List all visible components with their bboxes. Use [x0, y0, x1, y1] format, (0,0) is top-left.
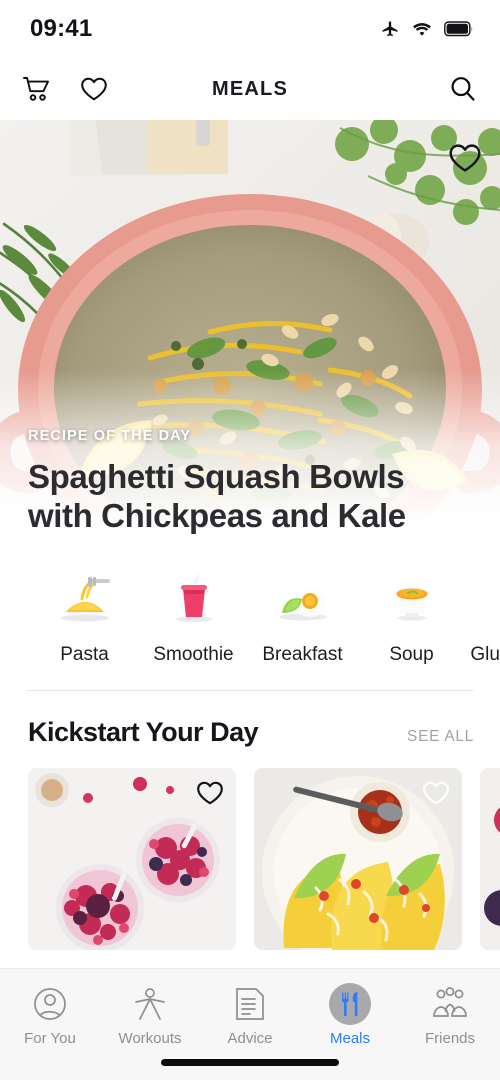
soup-icon — [357, 568, 466, 630]
fork-knife-icon — [300, 983, 400, 1025]
category-item-pasta[interactable]: Pasta — [30, 568, 139, 666]
breakfast-icon — [248, 568, 357, 630]
smoothie-icon — [139, 568, 248, 630]
section-header: Kickstart Your Day SEE ALL — [0, 691, 500, 748]
category-label: Breakfast — [262, 644, 343, 665]
app-screen: 09:41 MEALS RECIPE OF THE DAY Spaghetti … — [0, 0, 500, 1080]
category-item-smoothie[interactable]: Smoothie — [139, 568, 248, 666]
tab-workouts[interactable]: Workouts — [100, 983, 200, 1047]
favorites-heart-icon[interactable] — [80, 76, 108, 102]
pasta-icon — [30, 568, 139, 630]
hero-favorite-heart-icon[interactable] — [448, 142, 482, 174]
recipe-carousel[interactable] — [0, 748, 500, 950]
recipe-card[interactable] — [28, 768, 236, 950]
shopping-cart-icon[interactable] — [22, 75, 52, 103]
tab-for-you[interactable]: For You — [0, 983, 100, 1047]
bottom-tab-bar: For You Workouts Advice Meals Friends — [0, 968, 500, 1080]
tab-label: For You — [24, 1030, 76, 1047]
user-circle-icon — [0, 983, 100, 1025]
friends-group-icon — [400, 983, 500, 1025]
tab-advice[interactable]: Advice — [200, 983, 300, 1047]
hero-kicker-label: RECIPE OF THE DAY — [28, 428, 192, 445]
card-favorite-heart-icon[interactable] — [422, 780, 450, 806]
status-indicators — [380, 19, 474, 39]
category-item-soup[interactable]: Soup — [357, 568, 466, 666]
tab-label: Meals — [329, 1030, 370, 1047]
airplane-mode-icon — [382, 21, 398, 37]
tab-label: Friends — [424, 1030, 476, 1047]
hero-recipe-title: Spaghetti Squash Bowls with Chickpeas an… — [28, 458, 406, 535]
category-item-breakfast[interactable]: Breakfast — [248, 568, 357, 666]
document-icon — [200, 983, 300, 1025]
battery-icon — [444, 21, 473, 37]
category-label: Soup — [389, 644, 434, 665]
search-icon[interactable] — [448, 74, 478, 104]
hero-recipe-card[interactable]: RECIPE OF THE DAY Spaghetti Squash Bowls… — [0, 120, 500, 550]
tab-label: Workouts — [118, 1030, 182, 1047]
tab-meals[interactable]: Meals — [300, 983, 400, 1047]
recipe-card-image — [480, 768, 500, 950]
status-time: 09:41 — [30, 15, 93, 42]
gluten-free-icon — [466, 568, 500, 630]
category-label: Gluten Free — [470, 644, 500, 665]
status-bar: 09:41 — [0, 0, 500, 58]
category-label: Pasta — [60, 644, 109, 665]
home-indicator — [161, 1059, 339, 1066]
tab-friends[interactable]: Friends — [400, 983, 500, 1047]
app-header: MEALS — [0, 58, 500, 120]
tab-label: Advice — [227, 1030, 273, 1047]
recipe-card[interactable] — [254, 768, 462, 950]
category-item-gluten-free[interactable]: Gluten Free — [466, 568, 500, 666]
category-label: Smoothie — [153, 644, 234, 665]
exercise-figure-icon — [100, 983, 200, 1025]
category-carousel[interactable]: Pasta Smoothie Breakfast Soup Glu — [0, 550, 500, 676]
wifi-icon — [413, 23, 431, 36]
section-title: Kickstart Your Day — [28, 717, 259, 747]
see-all-link[interactable]: SEE ALL — [407, 728, 474, 746]
card-favorite-heart-icon[interactable] — [196, 780, 224, 806]
recipe-card[interactable] — [480, 768, 500, 950]
